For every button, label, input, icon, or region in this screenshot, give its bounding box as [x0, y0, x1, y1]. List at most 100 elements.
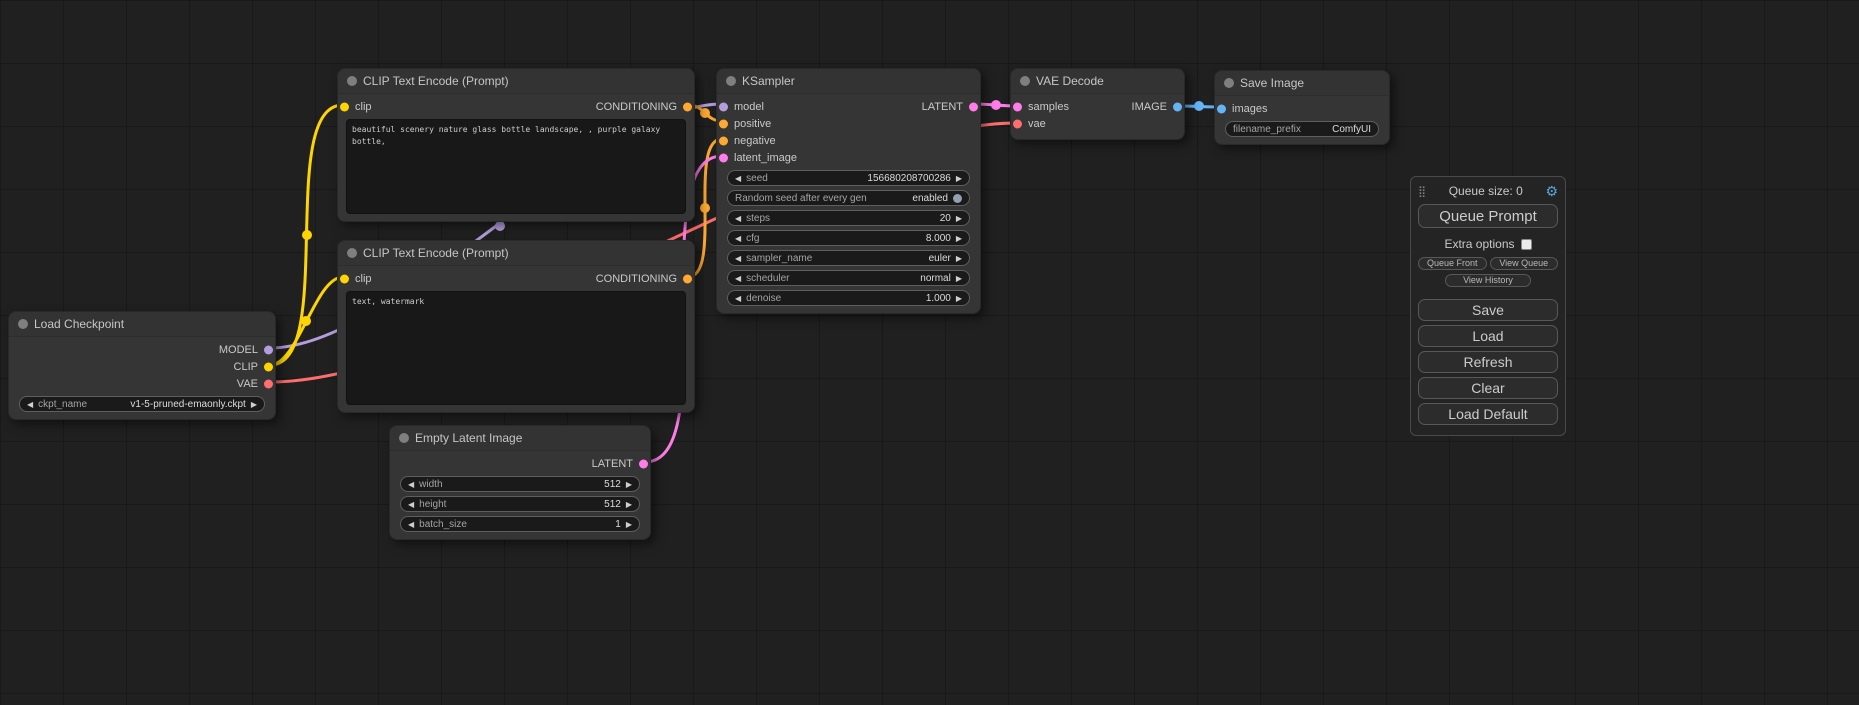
widget-batch-size[interactable]: ◀ batch_size 1 ▶	[400, 516, 640, 532]
output-label: VAE	[237, 378, 258, 390]
node-header[interactable]: Empty Latent Image	[390, 426, 650, 451]
output-port-clip[interactable]	[264, 362, 273, 371]
collapse-dot-icon[interactable]	[347, 76, 357, 86]
node-header[interactable]: CLIP Text Encode (Prompt)	[338, 69, 694, 94]
output-port-vae[interactable]	[264, 379, 273, 388]
input-port-clip[interactable]	[340, 274, 349, 283]
widget-sampler-name[interactable]: ◀ sampler_name euler ▶	[727, 250, 970, 266]
output-port-conditioning[interactable]	[683, 274, 692, 283]
output-port-model[interactable]	[264, 345, 273, 354]
node-save-image[interactable]: Save Image images filename_prefix ComfyU…	[1214, 70, 1390, 145]
collapse-dot-icon[interactable]	[399, 433, 409, 443]
widget-random-seed-toggle[interactable]: Random seed after every gen enabled	[727, 190, 970, 206]
arrow-left-icon[interactable]: ◀	[735, 214, 741, 223]
widget-cfg[interactable]: ◀ cfg 8.000 ▶	[727, 230, 970, 246]
queue-front-button[interactable]: Queue Front	[1418, 257, 1487, 270]
collapse-dot-icon[interactable]	[726, 76, 736, 86]
output-port-conditioning[interactable]	[683, 102, 692, 111]
refresh-button[interactable]: Refresh	[1418, 351, 1558, 373]
arrow-right-icon[interactable]: ▶	[956, 294, 962, 303]
input-port-positive[interactable]	[719, 119, 728, 128]
view-queue-button[interactable]: View Queue	[1490, 257, 1559, 270]
output-port-image[interactable]	[1173, 102, 1182, 111]
node-clip-text-encode-negative[interactable]: CLIP Text Encode (Prompt) clip CONDITION…	[337, 240, 695, 413]
arrow-left-icon[interactable]: ◀	[408, 500, 414, 509]
widget-label: cfg	[746, 233, 759, 244]
arrow-right-icon[interactable]: ▶	[956, 214, 962, 223]
extra-options-checkbox[interactable]	[1521, 239, 1532, 250]
node-ksampler[interactable]: KSampler model LATENT positive negative …	[716, 68, 981, 314]
input-port-clip[interactable]	[340, 102, 349, 111]
load-default-button[interactable]: Load Default	[1418, 403, 1558, 425]
slot-row: vae	[1011, 115, 1184, 132]
widget-height[interactable]: ◀ height 512 ▶	[400, 496, 640, 512]
output-port-latent[interactable]	[969, 102, 978, 111]
negative-prompt-textarea[interactable]: text, watermark	[346, 291, 686, 405]
widget-value: euler	[929, 253, 951, 264]
arrow-right-icon[interactable]: ▶	[626, 480, 632, 489]
load-button[interactable]: Load	[1418, 325, 1558, 347]
arrow-left-icon[interactable]: ◀	[735, 254, 741, 263]
arrow-left-icon[interactable]: ◀	[735, 294, 741, 303]
input-port-model[interactable]	[719, 102, 728, 111]
arrow-right-icon[interactable]: ▶	[956, 174, 962, 183]
slot-row: LATENT	[390, 455, 650, 472]
widget-denoise[interactable]: ◀ denoise 1.000 ▶	[727, 290, 970, 306]
queue-prompt-button[interactable]: Queue Prompt	[1418, 204, 1558, 228]
arrow-left-icon[interactable]: ◀	[408, 480, 414, 489]
input-port-latent-image[interactable]	[719, 153, 728, 162]
node-empty-latent-image[interactable]: Empty Latent Image LATENT ◀ width 512 ▶ …	[389, 425, 651, 540]
widget-ckpt-name[interactable]: ◀ ckpt_name v1-5-pruned-emaonly.ckpt ▶	[19, 396, 265, 412]
clear-button[interactable]: Clear	[1418, 377, 1558, 399]
widget-label: steps	[746, 213, 770, 224]
input-port-images[interactable]	[1217, 104, 1226, 113]
arrow-right-icon[interactable]: ▶	[251, 400, 257, 409]
collapse-dot-icon[interactable]	[1020, 76, 1030, 86]
arrow-left-icon[interactable]: ◀	[27, 400, 33, 409]
arrow-left-icon[interactable]: ◀	[735, 234, 741, 243]
node-header[interactable]: KSampler	[717, 69, 980, 94]
node-canvas[interactable]: Load Checkpoint MODEL CLIP VAE ◀ ckpt_na…	[0, 0, 1859, 705]
input-port-vae[interactable]	[1013, 119, 1022, 128]
collapse-dot-icon[interactable]	[1224, 78, 1234, 88]
toggle-dot-icon[interactable]	[953, 194, 962, 203]
widget-filename-prefix[interactable]: filename_prefix ComfyUI	[1225, 121, 1379, 137]
output-port-latent[interactable]	[639, 459, 648, 468]
positive-prompt-textarea[interactable]: beautiful scenery nature glass bottle la…	[346, 119, 686, 214]
arrow-right-icon[interactable]: ▶	[626, 520, 632, 529]
node-title: Save Image	[1240, 76, 1304, 90]
collapse-dot-icon[interactable]	[347, 248, 357, 258]
arrow-left-icon[interactable]: ◀	[408, 520, 414, 529]
save-button[interactable]: Save	[1418, 299, 1558, 321]
node-title: CLIP Text Encode (Prompt)	[363, 74, 509, 88]
node-load-checkpoint[interactable]: Load Checkpoint MODEL CLIP VAE ◀ ckpt_na…	[8, 311, 276, 420]
widget-label: width	[419, 479, 442, 490]
arrow-right-icon[interactable]: ▶	[626, 500, 632, 509]
node-header[interactable]: Load Checkpoint	[9, 312, 275, 337]
input-port-samples[interactable]	[1013, 102, 1022, 111]
arrow-right-icon[interactable]: ▶	[956, 254, 962, 263]
drag-handle-icon[interactable]: ⣿	[1418, 185, 1426, 198]
widget-width[interactable]: ◀ width 512 ▶	[400, 476, 640, 492]
widget-seed[interactable]: ◀ seed 156680208700286 ▶	[727, 170, 970, 186]
collapse-dot-icon[interactable]	[18, 319, 28, 329]
input-port-negative[interactable]	[719, 136, 728, 145]
widget-value: normal	[920, 273, 951, 284]
output-label: LATENT	[592, 458, 633, 470]
node-clip-text-encode-positive[interactable]: CLIP Text Encode (Prompt) clip CONDITION…	[337, 68, 695, 222]
extra-options-row: Extra options	[1418, 237, 1558, 251]
arrow-left-icon[interactable]: ◀	[735, 174, 741, 183]
view-history-button[interactable]: View History	[1445, 274, 1532, 287]
widget-scheduler[interactable]: ◀ scheduler normal ▶	[727, 270, 970, 286]
node-vae-decode[interactable]: VAE Decode samples IMAGE vae	[1010, 68, 1185, 140]
settings-gear-icon[interactable]: ⚙	[1545, 183, 1558, 200]
widget-value: 1	[615, 519, 621, 530]
arrow-right-icon[interactable]: ▶	[956, 274, 962, 283]
widget-steps[interactable]: ◀ steps 20 ▶	[727, 210, 970, 226]
arrow-left-icon[interactable]: ◀	[735, 274, 741, 283]
node-header[interactable]: Save Image	[1215, 71, 1389, 96]
arrow-right-icon[interactable]: ▶	[956, 234, 962, 243]
node-header[interactable]: CLIP Text Encode (Prompt)	[338, 241, 694, 266]
input-label: clip	[355, 101, 372, 113]
node-header[interactable]: VAE Decode	[1011, 69, 1184, 94]
